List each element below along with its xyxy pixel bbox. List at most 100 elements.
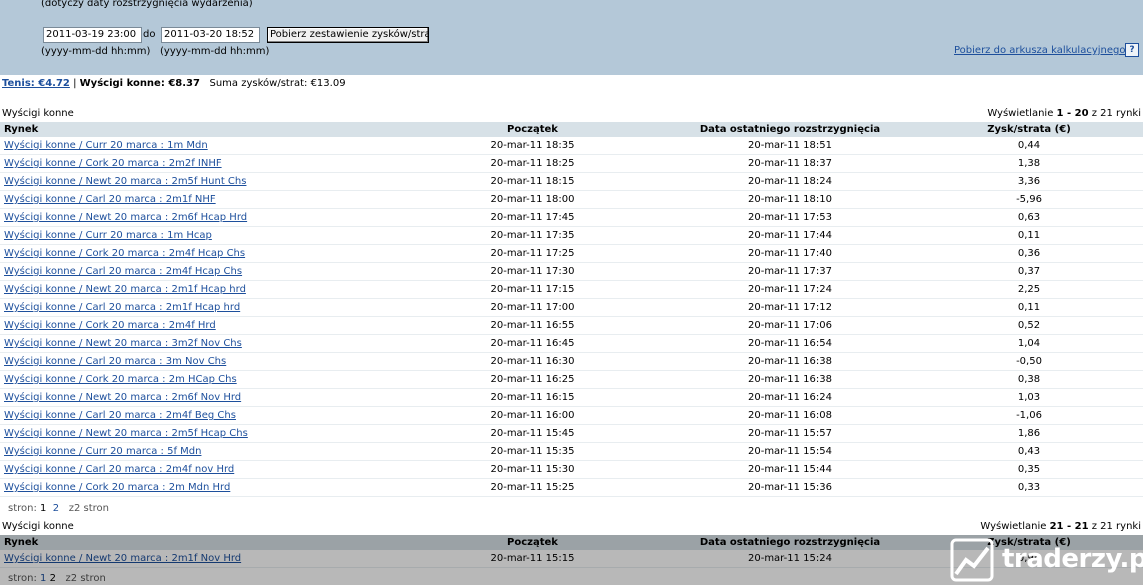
- market-link[interactable]: Wyścigi konne / Cork 20 marca : 2m4f Hrd: [4, 320, 216, 331]
- spreadsheet-download-link[interactable]: Pobierz do arkusza kalkulacyjnego: [954, 45, 1125, 56]
- pnl-summary: Tenis: €4.72 | Wyścigi konne: €8.37 Suma…: [2, 78, 346, 89]
- pnl-cell: 0,37: [915, 262, 1143, 281]
- help-icon[interactable]: ?: [1125, 43, 1139, 57]
- market-link[interactable]: Wyścigi konne / Carl 20 marca : 2m1f Hca…: [4, 302, 240, 313]
- start-time-cell: 20-mar-11 17:45: [400, 208, 665, 227]
- market-cell: Wyścigi konne / Carl 20 marca : 2m4f nov…: [0, 460, 400, 479]
- market-cell: Wyścigi konne / Newt 20 marca : 2m1f Hca…: [0, 280, 400, 299]
- date-to-input[interactable]: [161, 27, 260, 43]
- settled-time-cell: 20-mar-11 18:51: [665, 137, 915, 155]
- table-row: Wyścigi konne / Carl 20 marca : 3m Nov C…: [0, 352, 1143, 371]
- market-link[interactable]: Wyścigi konne / Carl 20 marca : 2m1f NHF: [4, 194, 216, 205]
- column-header-market[interactable]: Rynek: [0, 122, 400, 137]
- results-table: Rynek Początek Data ostatniego rozstrzyg…: [0, 122, 1143, 497]
- pager-current-page: 1: [40, 503, 47, 514]
- column-header-pnl[interactable]: Zysk/strata (€): [915, 122, 1143, 137]
- pnl-cell: -1,06: [915, 406, 1143, 425]
- market-cell: Wyścigi konne / Carl 20 marca : 2m1f Hca…: [0, 298, 400, 317]
- pnl-cell: -5,96: [915, 190, 1143, 209]
- start-time-cell: 20-mar-11 16:00: [400, 406, 665, 425]
- pnl-cell: 0,36: [915, 244, 1143, 263]
- table-row: Wyścigi konne / Curr 20 marca : 1m Mdn 20…: [0, 137, 1143, 155]
- market-link[interactable]: Wyścigi konne / Carl 20 marca : 2m4f nov…: [4, 464, 234, 475]
- start-time-cell: 20-mar-11 17:30: [400, 262, 665, 281]
- table-row: Wyścigi konne / Newt 20 marca : 2m5f Hca…: [0, 424, 1143, 443]
- pager-page-link[interactable]: 2: [53, 503, 59, 514]
- market-link[interactable]: Wyścigi konne / Newt 20 marca : 2m1f Nov…: [4, 553, 241, 564]
- paging-suffix: z 21 rynki: [1088, 521, 1141, 532]
- pnl-cell: 3,36: [915, 172, 1143, 191]
- market-link[interactable]: Wyścigi konne / Carl 20 marca : 2m4f Beg…: [4, 410, 236, 421]
- start-time-cell: 20-mar-11 15:35: [400, 442, 665, 461]
- column-header-market[interactable]: Rynek: [0, 535, 400, 550]
- date-format-hint-from: (yyyy-mm-dd hh:mm): [41, 46, 151, 57]
- market-link[interactable]: Wyścigi konne / Curr 20 marca : 1m Hcap: [4, 230, 212, 241]
- market-cell: Wyścigi konne / Carl 20 marca : 2m1f NHF: [0, 190, 400, 209]
- market-cell: Wyścigi konne / Newt 20 marca : 2m5f Hca…: [0, 424, 400, 443]
- table-row: Wyścigi konne / Cork 20 marca : 2m Mdn H…: [0, 478, 1143, 497]
- market-link[interactable]: Wyścigi konne / Newt 20 marca : 2m6f Hca…: [4, 212, 247, 223]
- market-link[interactable]: Wyścigi konne / Newt 20 marca : 2m5f Hun…: [4, 176, 246, 187]
- settled-time-cell: 20-mar-11 17:37: [665, 262, 915, 281]
- market-link[interactable]: Wyścigi konne / Cork 20 marca : 2m2f INH…: [4, 158, 222, 169]
- market-cell: Wyścigi konne / Newt 20 marca : 2m6f Hca…: [0, 208, 400, 227]
- table-row: Wyścigi konne / Newt 20 marca : 2m6f Hca…: [0, 208, 1143, 227]
- pnl-cell: 0,35: [915, 460, 1143, 479]
- start-time-cell: 20-mar-11 18:15: [400, 172, 665, 191]
- pnl-cell: 2,25: [915, 280, 1143, 299]
- settled-time-cell: 20-mar-11 17:53: [665, 208, 915, 227]
- market-cell: Wyścigi konne / Carl 20 marca : 3m Nov C…: [0, 352, 400, 371]
- column-header-settled[interactable]: Data ostatniego rozstrzygnięcia: [665, 535, 915, 550]
- market-link[interactable]: Wyścigi konne / Cork 20 marca : 2m Mdn H…: [4, 482, 230, 493]
- column-header-pnl[interactable]: Zysk/strata (€): [915, 535, 1143, 550]
- table-row: Wyścigi konne / Carl 20 marca : 2m4f nov…: [0, 460, 1143, 479]
- pager-total: z2 stron: [65, 573, 106, 584]
- total-value: €13.09: [310, 78, 346, 89]
- table-row: Wyścigi konne / Curr 20 marca : 1m Hcap 2…: [0, 226, 1143, 245]
- settled-time-cell: 20-mar-11 18:10: [665, 190, 915, 209]
- pnl-cell: 1,38: [915, 154, 1143, 173]
- tennis-summary-link[interactable]: Tenis: €4.72: [2, 78, 70, 89]
- settled-time-cell: 20-mar-11 16:08: [665, 406, 915, 425]
- settled-time-cell: 20-mar-11 15:36: [665, 478, 915, 497]
- pager-page-link[interactable]: 1: [40, 573, 46, 584]
- table-row: Wyścigi konne / Carl 20 marca : 2m1f NHF…: [0, 190, 1143, 209]
- market-link[interactable]: Wyścigi konne / Cork 20 marca : 2m4f Hca…: [4, 248, 245, 259]
- market-cell: Wyścigi konne / Cork 20 marca : 2m Mdn H…: [0, 478, 400, 497]
- market-link[interactable]: Wyścigi konne / Newt 20 marca : 2m5f Hca…: [4, 428, 248, 439]
- to-label: do: [143, 29, 156, 40]
- column-header-start[interactable]: Początek: [400, 535, 665, 550]
- fetch-report-button[interactable]: Pobierz zestawienie zysków/strat: [267, 27, 429, 43]
- table-row: Wyścigi konne / Carl 20 marca : 2m4f Hca…: [0, 262, 1143, 281]
- summary-separator: |: [73, 78, 77, 89]
- table-row: Wyścigi konne / Carl 20 marca : 2m4f Beg…: [0, 406, 1143, 425]
- paging-suffix: z 21 rynki: [1088, 108, 1141, 119]
- paging-info: Wyświetlanie 21 - 21 z 21 rynki: [980, 521, 1141, 532]
- section-title: Wyścigi konne: [2, 521, 74, 532]
- table-row: Wyścigi konne / Cork 20 marca : 2m HCap …: [0, 370, 1143, 389]
- market-cell: Wyścigi konne / Curr 20 marca : 1m Mdn: [0, 137, 400, 155]
- market-link[interactable]: Wyścigi konne / Curr 20 marca : 1m Mdn: [4, 140, 208, 151]
- filter-panel: (dotyczy daty rozstrzygnięcia wydarzenia…: [0, 0, 1143, 75]
- market-link[interactable]: Wyścigi konne / Newt 20 marca : 2m1f Hca…: [4, 284, 246, 295]
- start-time-cell: 20-mar-11 18:00: [400, 190, 665, 209]
- market-link[interactable]: Wyścigi konne / Carl 20 marca : 2m4f Hca…: [4, 266, 242, 277]
- market-link[interactable]: Wyścigi konne / Cork 20 marca : 2m HCap …: [4, 374, 237, 385]
- date-from-input[interactable]: [43, 27, 142, 43]
- market-cell: Wyścigi konne / Newt 20 marca : 2m1f Nov…: [0, 550, 400, 568]
- settled-time-cell: 20-mar-11 17:12: [665, 298, 915, 317]
- paging-range: 1 - 20: [1056, 108, 1089, 119]
- total-label: Suma zysków/strat:: [209, 78, 308, 89]
- market-link[interactable]: Wyścigi konne / Carl 20 marca : 3m Nov C…: [4, 356, 226, 367]
- market-link[interactable]: Wyścigi konne / Newt 20 marca : 3m2f Nov…: [4, 338, 242, 349]
- column-header-settled[interactable]: Data ostatniego rozstrzygnięcia: [665, 122, 915, 137]
- column-header-start[interactable]: Początek: [400, 122, 665, 137]
- market-link[interactable]: Wyścigi konne / Newt 20 marca : 2m6f Nov…: [4, 392, 241, 403]
- market-link[interactable]: Wyścigi konne / Curr 20 marca : 5f Mdn: [4, 446, 201, 457]
- settled-time-cell: 20-mar-11 15:44: [665, 460, 915, 479]
- start-time-cell: 20-mar-11 16:30: [400, 352, 665, 371]
- paging-info: Wyświetlanie 1 - 20 z 21 rynki: [987, 108, 1141, 119]
- pnl-cell: 0,94: [915, 550, 1143, 568]
- settled-time-cell: 20-mar-11 15:57: [665, 424, 915, 443]
- pager-total: z2 stron: [68, 503, 109, 514]
